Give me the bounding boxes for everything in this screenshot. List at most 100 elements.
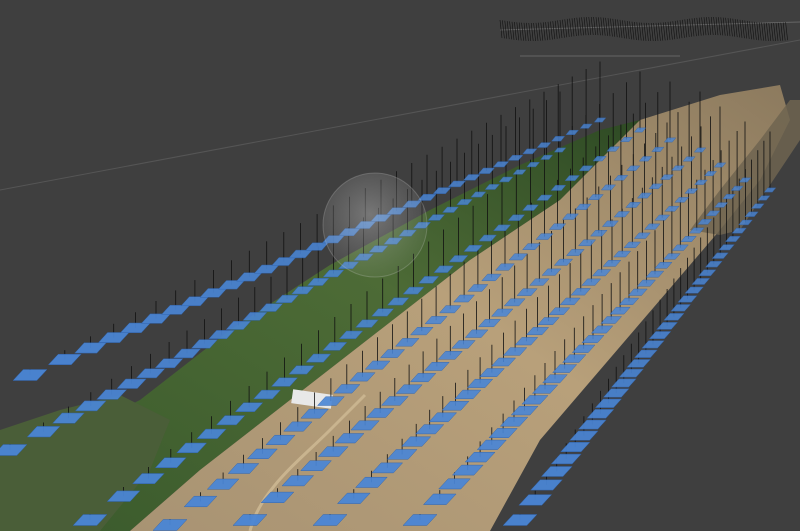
camera-marker[interactable] (569, 430, 599, 441)
camera-stem (571, 18, 575, 37)
camera-marker[interactable] (432, 187, 452, 194)
camera-marker[interactable] (698, 269, 717, 277)
camera-stem (598, 17, 601, 36)
camera-marker[interactable] (641, 340, 665, 349)
camera-marker[interactable] (288, 249, 313, 259)
camera-stem (713, 16, 716, 36)
camera-marker[interactable] (602, 388, 630, 398)
camera-stem (545, 22, 548, 41)
camera-stem (557, 20, 560, 39)
camera-marker[interactable] (447, 180, 467, 188)
camera-marker[interactable] (135, 368, 166, 379)
camera-marker[interactable] (586, 409, 615, 419)
camera-marker[interactable] (718, 244, 735, 251)
camera-stem (708, 16, 712, 36)
camera-stem (526, 22, 529, 41)
camera-marker[interactable] (634, 349, 658, 358)
camera-stem (595, 17, 599, 36)
camera-stem (698, 17, 702, 36)
camera-stem (641, 22, 644, 41)
camera-marker[interactable] (560, 442, 591, 453)
camera-stem (547, 21, 551, 40)
camera-marker[interactable] (180, 296, 210, 307)
camera-marker[interactable] (47, 353, 82, 365)
camera-marker[interactable] (626, 359, 651, 368)
camera-marker[interactable] (691, 278, 711, 285)
camera-stem (638, 22, 642, 41)
camera-stem (533, 22, 536, 42)
camera-marker[interactable] (579, 123, 593, 129)
camera-stem (785, 22, 788, 41)
camera-stem (600, 17, 604, 36)
camera-marker[interactable] (305, 242, 329, 251)
camera-stem (542, 22, 546, 41)
camera-marker[interactable] (236, 272, 263, 282)
camera-marker[interactable] (711, 252, 729, 259)
3d-viewport[interactable] (0, 0, 800, 531)
camera-marker[interactable] (593, 117, 607, 123)
camera-marker[interactable] (116, 378, 147, 389)
camera-stem (749, 21, 752, 40)
camera-stem (773, 22, 776, 42)
camera-stem (559, 19, 563, 39)
camera-marker[interactable] (540, 466, 573, 477)
camera-stem (612, 18, 616, 37)
camera-stem (602, 17, 606, 36)
camera-marker[interactable] (530, 479, 563, 491)
camera-marker[interactable] (518, 494, 553, 506)
camera-stem (578, 17, 582, 36)
camera-marker[interactable] (218, 280, 246, 290)
camera-stem (737, 19, 740, 38)
camera-stem (593, 16, 596, 36)
camera-marker[interactable] (536, 142, 552, 148)
camera-marker[interactable] (154, 358, 184, 369)
camera-stem (742, 20, 745, 39)
camera-marker[interactable] (253, 264, 280, 274)
camera-marker[interactable] (565, 129, 580, 135)
camera-stem (763, 22, 767, 41)
camera-marker[interactable] (140, 313, 172, 324)
camera-stem (662, 22, 666, 41)
camera-marker[interactable] (550, 453, 582, 465)
navigation-sphere-icon[interactable] (322, 172, 428, 278)
camera-stem (518, 22, 522, 41)
camera-stem (574, 17, 577, 37)
camera-marker[interactable] (119, 322, 151, 333)
camera-stem (528, 22, 532, 42)
camera-marker[interactable] (724, 236, 741, 242)
camera-stem (730, 18, 733, 37)
camera-stem (622, 20, 625, 39)
camera-stem (583, 17, 587, 36)
camera-marker[interactable] (161, 304, 191, 315)
camera-marker[interactable] (12, 369, 48, 381)
camera-marker[interactable] (502, 514, 538, 526)
camera-marker[interactable] (522, 148, 538, 155)
scene-canvas[interactable] (0, 0, 800, 531)
camera-marker[interactable] (74, 342, 107, 354)
camera-marker[interactable] (704, 261, 723, 268)
camera-marker[interactable] (594, 398, 622, 408)
camera-stem (689, 18, 692, 37)
camera-marker[interactable] (271, 257, 297, 266)
camera-stem (682, 19, 685, 38)
camera-marker[interactable] (610, 378, 637, 388)
camera-marker[interactable] (462, 174, 481, 181)
camera-stem (770, 22, 774, 42)
camera-stem (710, 16, 714, 36)
camera-stem (739, 19, 743, 38)
camera-stem (691, 18, 695, 37)
camera-marker[interactable] (618, 368, 644, 378)
camera-stem (530, 22, 534, 42)
camera-stem (751, 21, 755, 40)
camera-stem (758, 22, 762, 41)
camera-stem (626, 20, 630, 40)
camera-stem (722, 17, 726, 36)
camera-stem (576, 17, 580, 36)
camera-stem (756, 22, 760, 41)
camera-stem (624, 20, 628, 39)
camera-marker[interactable] (199, 288, 228, 298)
camera-marker[interactable] (551, 136, 566, 142)
camera-marker[interactable] (97, 332, 130, 343)
camera-marker[interactable] (578, 419, 607, 430)
camera-marker[interactable] (507, 154, 524, 161)
